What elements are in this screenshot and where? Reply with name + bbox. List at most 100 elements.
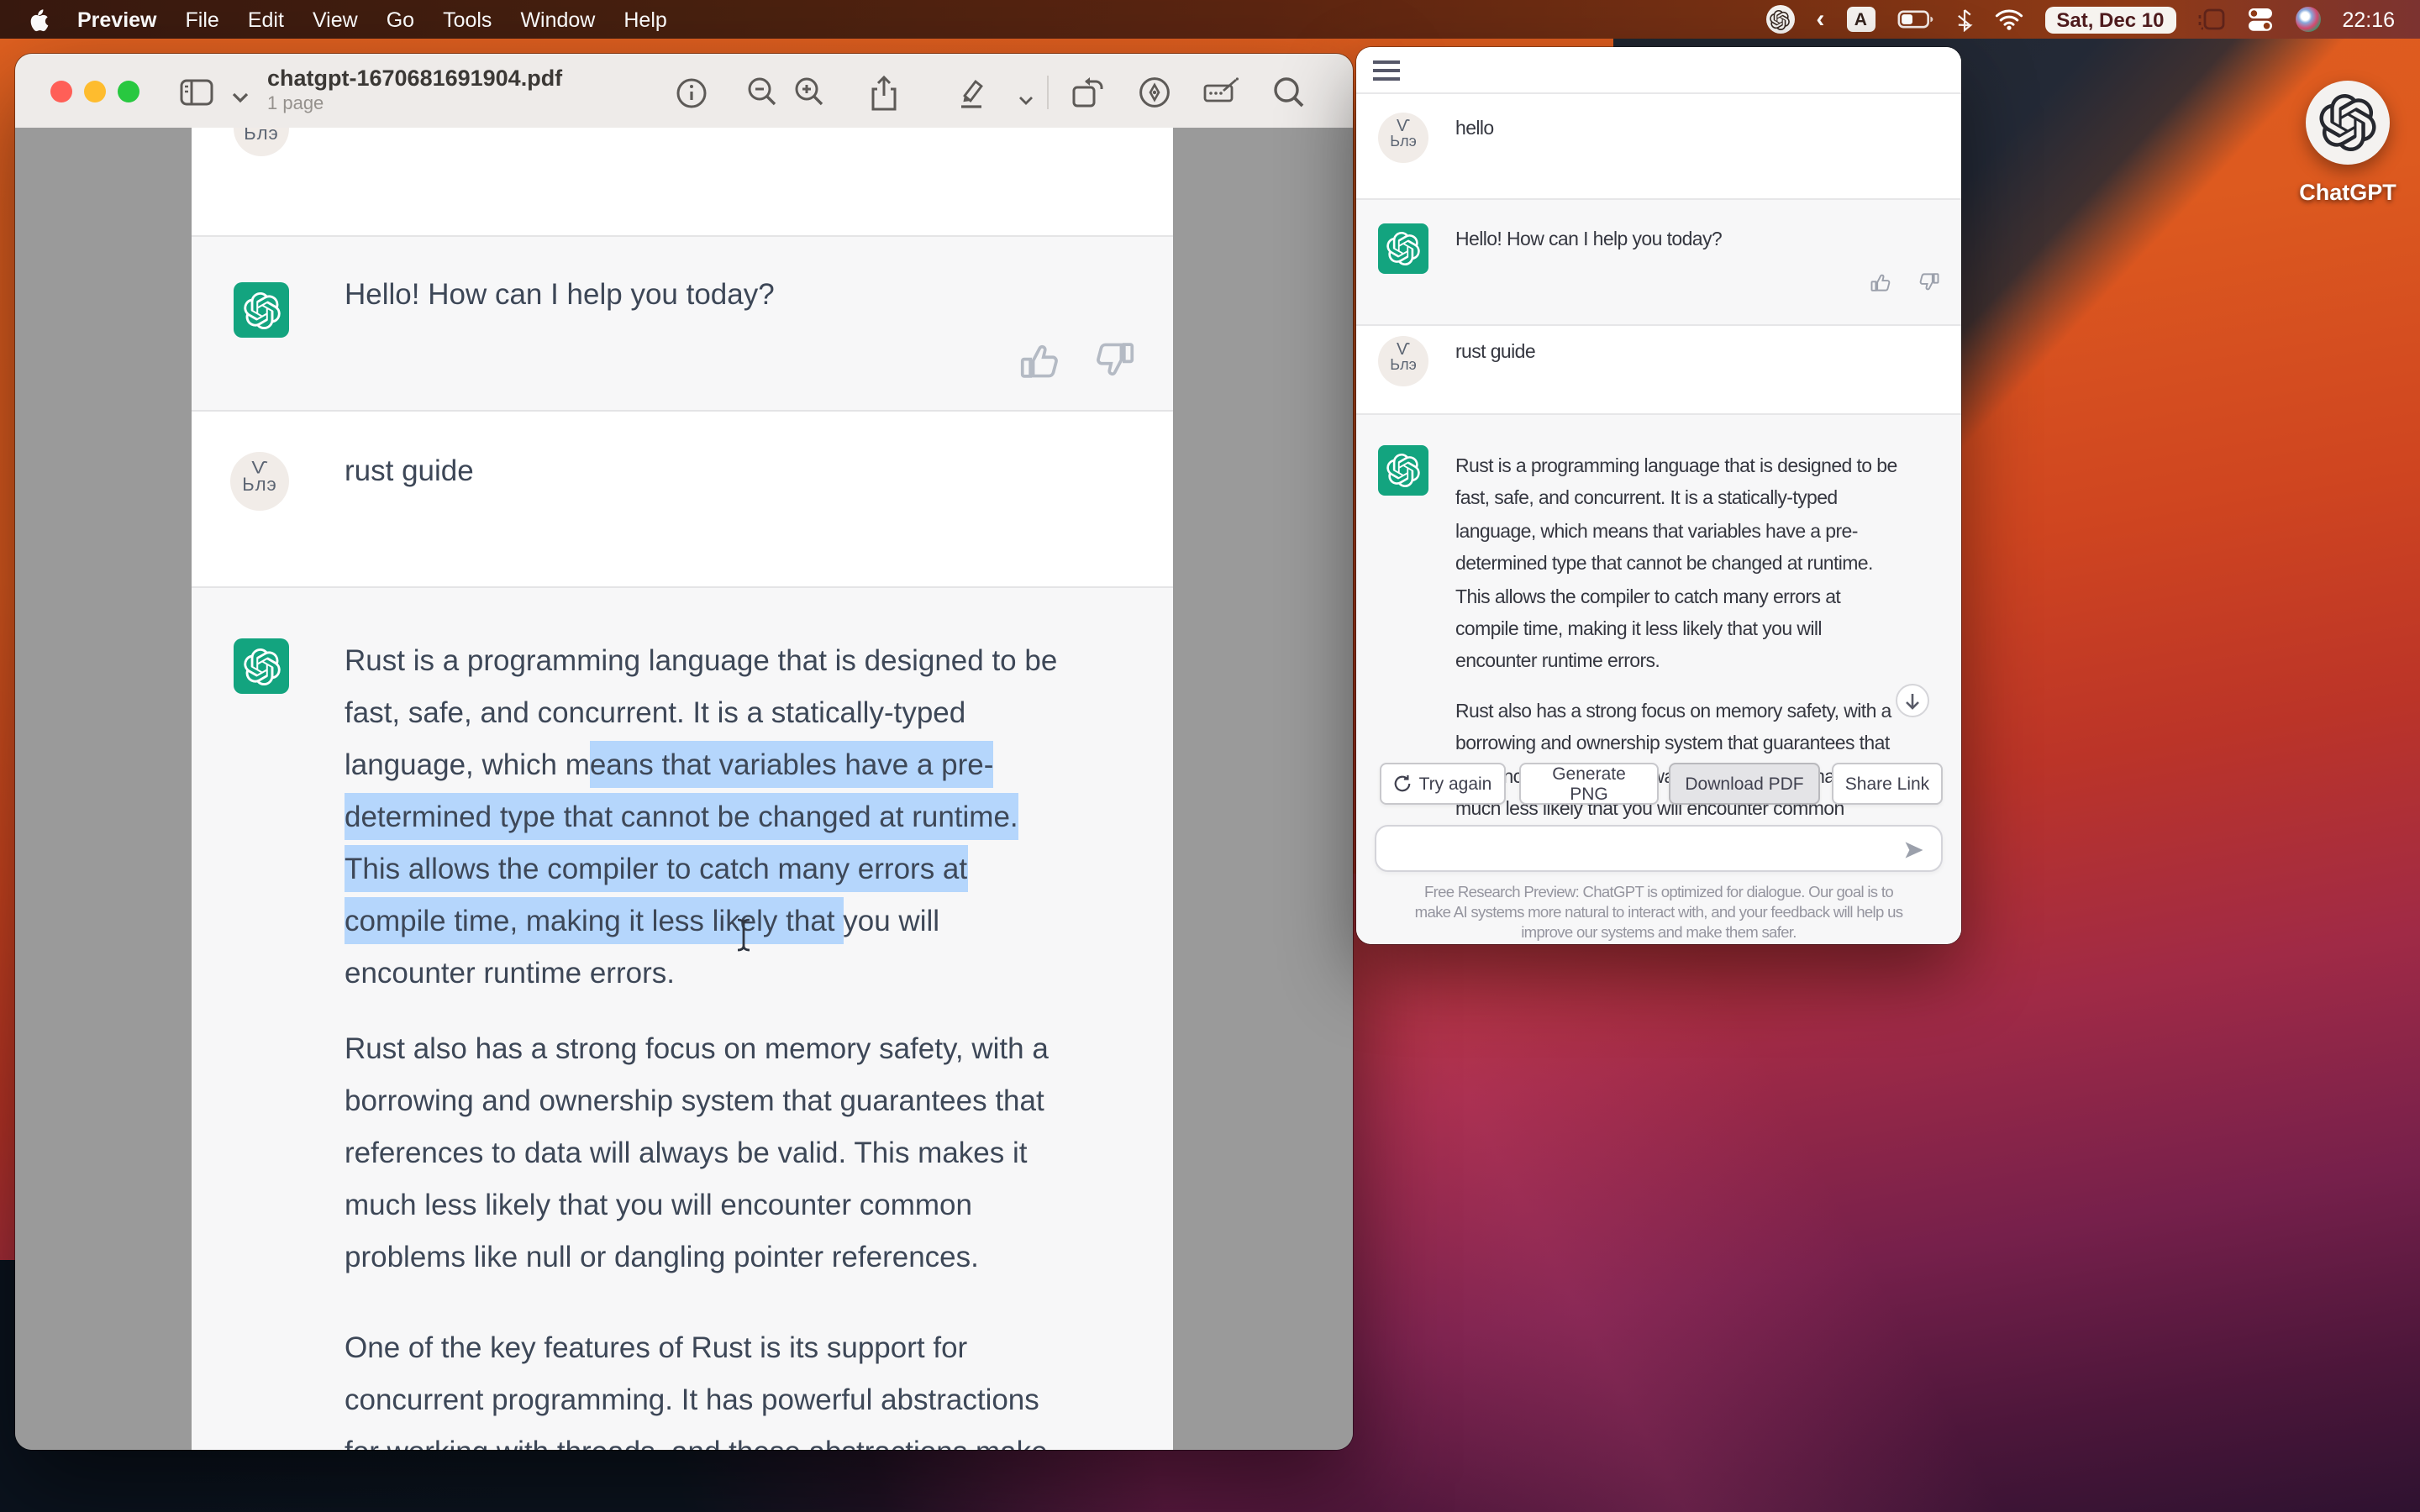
markup-button[interactable] (1134, 72, 1175, 113)
chat-message-user-prompt: ѴЬлэ rust guide (1356, 323, 1961, 413)
pdf-canvas[interactable]: Ѵ Ьлэ Hello! How can I help you today? (15, 128, 1353, 1450)
message-line: determined type that cannot be changed a… (345, 791, 1057, 843)
thumbs-down-icon (1092, 338, 1138, 383)
pdf-page[interactable]: Ѵ Ьлэ Hello! How can I help you today? (192, 128, 1173, 1450)
download-pdf-button[interactable]: Download PDF (1669, 763, 1820, 805)
chatgpt-avatar (234, 282, 289, 338)
thumbs-up-button[interactable] (1869, 270, 1892, 294)
message-line: much less likely that you will encounter… (345, 1179, 1049, 1231)
answer-paragraph-1: Rust is a programming language that is d… (1455, 452, 1897, 680)
zoom-in-button[interactable] (790, 72, 830, 113)
chatgpt-app-icon[interactable]: ChatGPT (2299, 81, 2396, 205)
message-line: fast, safe, and concurrent. It is a stat… (345, 687, 1057, 739)
message-line: determined type that cannot be changed a… (1455, 549, 1897, 582)
chatgpt-app-icon-label: ChatGPT (2299, 180, 2396, 205)
toolbar-divider (1047, 76, 1049, 109)
answer-paragraph-2: Rust also has a strong focus on memory s… (345, 1023, 1049, 1284)
menu-item-edit[interactable]: Edit (248, 8, 284, 31)
message-line: encounter runtime errors. (345, 948, 1057, 1000)
input-source-icon[interactable]: A (1846, 7, 1875, 32)
message-line: language, which means that variables hav… (345, 739, 1057, 791)
message-line: compile time, making it less likely that… (345, 895, 1057, 948)
info-button[interactable] (671, 72, 711, 113)
message-line: compile time, making it less likely that… (1455, 615, 1897, 648)
chatgpt-app-icon-bubble (2306, 81, 2390, 165)
user-avatar: ѴЬлэ (1378, 113, 1428, 163)
answer-paragraph-1: Rust is a programming language that is d… (345, 635, 1057, 1000)
screen-mirroring-icon[interactable] (2197, 8, 2224, 30)
answer-paragraph-3: One of the key features of Rust is its s… (345, 1322, 1048, 1450)
pdf-message-user-partial: Ѵ Ьлэ (192, 128, 1173, 235)
highlighted-text: eans that variables have a pre- (590, 741, 994, 788)
message-line: for working with threads, and these abst… (345, 1426, 1048, 1450)
control-center-icon[interactable] (2246, 7, 2273, 32)
message-line: Rust is a programming language that is d… (345, 635, 1057, 687)
desktop-screen: Preview File Edit View Go Tools Window H… (0, 0, 2420, 1512)
menu-item-go[interactable]: Go (387, 8, 414, 31)
scroll-to-bottom-button[interactable] (1896, 684, 1929, 717)
search-button[interactable] (1269, 72, 1309, 113)
menu-bar-left: Preview File Edit View Go Tools Window H… (25, 6, 667, 33)
zoom-out-button[interactable] (743, 72, 783, 113)
apple-logo-icon[interactable] (25, 6, 49, 33)
minimize-button[interactable] (84, 81, 106, 102)
chatgpt-avatar (1378, 223, 1428, 274)
wifi-icon[interactable] (1994, 8, 2023, 30)
rotate-button[interactable] (1067, 72, 1107, 113)
menu-button[interactable] (1373, 60, 1400, 86)
menu-item-preview[interactable]: Preview (77, 8, 157, 31)
message-input[interactable] (1375, 825, 1943, 872)
menu-item-view[interactable]: View (313, 8, 358, 31)
pdf-message-assistant-answer: Rust is a programming language that is d… (192, 586, 1173, 1450)
menu-item-tools[interactable]: Tools (443, 8, 492, 31)
assistant-greeting-text: Hello! How can I help you today? (1455, 230, 1722, 250)
message-line: Rust also has a strong focus on memory s… (345, 1023, 1049, 1075)
chat-message-assistant-answer: Rust is a programming language that is d… (1356, 413, 1961, 944)
chat-message-assistant-greeting: Hello! How can I help you today? (1356, 198, 1961, 326)
form-fill-button[interactable] (1202, 72, 1242, 113)
back-chevron-icon[interactable]: ‹ (1816, 5, 1824, 34)
siri-icon[interactable] (2295, 7, 2320, 32)
message-line: references to data will always be valid.… (345, 1127, 1049, 1179)
chatgpt-status-icon[interactable] (1765, 5, 1794, 34)
menu-item-window[interactable]: Window (520, 8, 595, 31)
chatgpt-avatar (1378, 445, 1428, 496)
menu-item-help[interactable]: Help (623, 8, 666, 31)
user-avatar: Ѵ Ьлэ (230, 452, 289, 511)
generate-png-button[interactable]: Generate PNG (1519, 763, 1659, 805)
thumbs-down-button[interactable] (1918, 270, 1941, 294)
highlight-chevron-icon[interactable] (1005, 81, 1045, 121)
status-area: ‹ A Sat, Dec 10 22:16 (1765, 5, 2395, 34)
send-button[interactable] (1902, 838, 1926, 862)
preview-titlebar[interactable]: chatgpt-1670681691904.pdf 1 page (15, 54, 1353, 129)
share-link-button[interactable]: Share Link (1832, 763, 1943, 805)
user-prompt-text: rust guide (1455, 343, 1535, 363)
chat-header (1356, 47, 1961, 94)
close-button[interactable] (50, 81, 72, 102)
date-widget[interactable]: Sat, Dec 10 (2044, 6, 2175, 33)
sidebar-chevron-down-icon[interactable] (220, 77, 260, 118)
share-button[interactable] (864, 72, 904, 113)
window-title: chatgpt-1670681691904.pdf (267, 66, 562, 91)
highlighted-text: determined type that cannot be changed a… (345, 793, 1018, 840)
menu-bar-clock[interactable]: 22:16 (2342, 8, 2395, 31)
battery-icon[interactable] (1897, 10, 1933, 29)
message-line: borrowing and ownership system that guar… (1455, 730, 1891, 763)
bluetooth-icon[interactable] (1955, 8, 1972, 31)
chat-message-user-hello: ѴЬлэ hello (1356, 92, 1961, 198)
zoom-window-button[interactable] (118, 81, 139, 102)
highlighted-text: compile time, making it less likely that (345, 897, 843, 944)
message-line: problems like null or dangling pointer r… (345, 1231, 1049, 1284)
menu-item-file[interactable]: File (186, 8, 219, 31)
menu-bar: Preview File Edit View Go Tools Window H… (0, 0, 2420, 39)
user-avatar: ѴЬлэ (1378, 336, 1428, 386)
try-again-button[interactable]: Try again (1380, 763, 1506, 805)
highlight-button[interactable] (951, 72, 992, 113)
pdf-message-user-prompt: Ѵ Ьлэ rust guide (192, 412, 1173, 586)
footer-disclaimer: Free Research Preview: ChatGPT is optimi… (1356, 882, 1961, 942)
highlighted-text: This allows the compiler to catch many e… (345, 845, 967, 892)
sidebar-toggle-button[interactable] (176, 72, 217, 113)
refresh-icon (1394, 774, 1413, 793)
user-hello-text: hello (1455, 119, 1494, 139)
preview-window: chatgpt-1670681691904.pdf 1 page (15, 54, 1353, 1450)
